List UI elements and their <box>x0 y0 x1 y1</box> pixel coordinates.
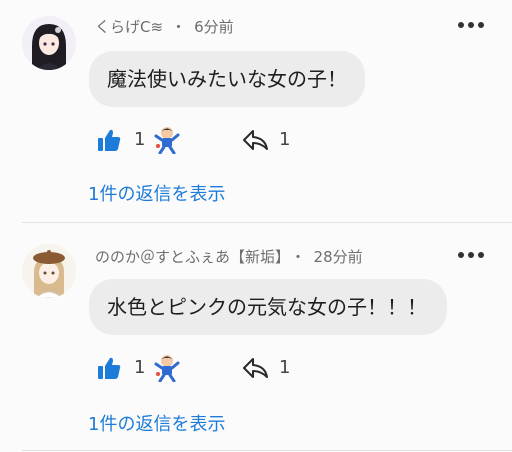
avatar[interactable] <box>22 244 76 298</box>
author-name[interactable]: ののか＠すとふぇあ【新垢】 <box>95 248 283 266</box>
share-button[interactable] <box>242 125 270 155</box>
reaction-sticker-button[interactable] <box>154 125 180 155</box>
share-count: 1 <box>279 357 291 378</box>
comment-divider <box>22 450 512 451</box>
meta-separator: ・ <box>171 18 187 36</box>
comment-meta: くらげC≋ ・ 6分前 <box>95 16 234 37</box>
avatar-beret-girl-icon <box>22 244 76 298</box>
view-replies-link[interactable]: 1件の返信を表示 <box>88 180 225 206</box>
comment-divider <box>22 222 512 223</box>
thumbs-up-icon <box>98 357 121 379</box>
more-options-icon[interactable] <box>458 18 484 32</box>
avatar-dark-hair-girl-icon <box>22 16 76 70</box>
view-replies-link[interactable]: 1件の返信を表示 <box>88 410 225 436</box>
timestamp: 28分前 <box>313 248 363 266</box>
comment-meta: ののか＠すとふぇあ【新垢】・ 28分前 <box>95 246 363 267</box>
reaction-sticker-button[interactable] <box>154 353 180 383</box>
share-reply-icon <box>243 358 268 378</box>
timestamp: 6分前 <box>194 18 234 36</box>
like-count: 1 <box>134 129 146 150</box>
dancing-boy-sticker-icon <box>154 355 180 382</box>
comment-item: ののか＠すとふぇあ【新垢】・ 28分前 水色とピンクの元気な女の子！！！ 1 1… <box>0 224 512 452</box>
like-button[interactable] <box>96 125 122 155</box>
avatar[interactable] <box>22 16 76 70</box>
meta-separator: ・ <box>290 248 306 266</box>
author-name[interactable]: くらげC≋ <box>95 18 163 36</box>
thumbs-up-icon <box>98 129 121 151</box>
dancing-boy-sticker-icon <box>154 127 180 154</box>
more-options-icon[interactable] <box>458 248 484 262</box>
like-button[interactable] <box>96 353 122 383</box>
share-count: 1 <box>279 129 291 150</box>
like-count: 1 <box>134 357 146 378</box>
comment-text: 魔法使いみたいな女の子！ <box>89 51 365 107</box>
comment-item: くらげC≋ ・ 6分前 魔法使いみたいな女の子！ 1 1 1件の返信を表示 <box>0 0 512 222</box>
share-reply-icon <box>243 130 268 150</box>
comment-text: 水色とピンクの元気な女の子！！！ <box>89 279 447 335</box>
share-button[interactable] <box>242 353 270 383</box>
